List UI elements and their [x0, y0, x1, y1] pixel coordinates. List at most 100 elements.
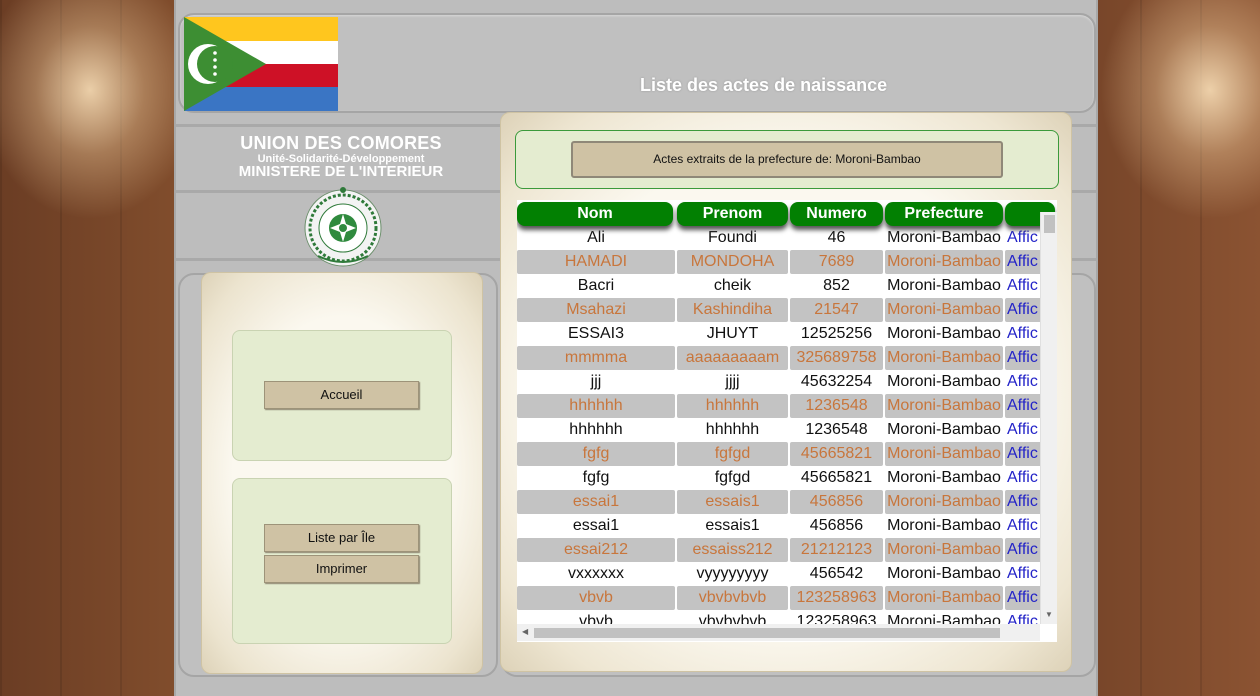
scrollbar-thumb[interactable]: [1044, 215, 1055, 233]
liste-par-ile-button[interactable]: Liste par Île: [264, 524, 419, 552]
table-cell: 21212123: [790, 538, 883, 562]
table-cell: essai1: [517, 490, 675, 514]
table-row: essai1 essais1 456856 Moroni-Bambao Affic: [517, 490, 1045, 514]
table-cell: 852: [823, 277, 850, 294]
table-row: hhhhhh hhhhhh 1236548 Moroni-Bambao Affic: [517, 418, 1040, 442]
scrollbar-thumb[interactable]: [534, 628, 1000, 638]
table-cell: 45665821: [790, 442, 883, 466]
table-cell: essais1: [705, 517, 760, 534]
afficher-link[interactable]: Affic: [1005, 562, 1045, 586]
prefecture-info: Actes extraits de la prefecture de: Moro…: [571, 141, 1003, 178]
table-row: ESSAI3 JHUYT 12525256 Moroni-Bambao Affic: [517, 322, 1040, 346]
wall-light-right: [1100, 0, 1260, 220]
page-title: Liste des actes de naissance: [640, 75, 888, 95]
table-cell: fgfgd: [677, 442, 788, 466]
table-cell: Moroni-Bambao: [887, 517, 1001, 534]
afficher-link[interactable]: Affic: [1005, 346, 1045, 370]
table-cell: Moroni-Bambao: [885, 394, 1003, 418]
table-row: essai1 essais1 456856 Moroni-Bambao Affic: [517, 514, 1040, 538]
table-cell: 456542: [809, 565, 864, 582]
afficher-link[interactable]: Affic: [1005, 442, 1045, 466]
table-cell: mmmma: [517, 346, 675, 370]
table-cell: hhhhhh: [569, 421, 623, 438]
afficher-link[interactable]: Affic: [1005, 274, 1045, 298]
table-cell: ESSAI3: [567, 325, 625, 342]
page-container: Liste des actes de naissance UNION DES C…: [174, 0, 1098, 696]
scroll-down-arrow-icon[interactable]: ▼: [1045, 610, 1053, 619]
birth-records-table: Ali Foundi 46 Moroni-Bambao Affic HAMADI MONDO…: [517, 200, 1057, 642]
table-cell: Kashindiha: [677, 298, 788, 322]
table-row: mmmma aaaaaaaaam 325689758 Moroni-Bambao Aff…: [517, 346, 1045, 370]
table-cell: 456856: [790, 490, 883, 514]
country-name: UNION DES COMORES: [240, 133, 442, 153]
table-cell: Moroni-Bambao: [887, 325, 1001, 342]
table-cell: MONDOHA: [677, 250, 788, 274]
table-cell: Moroni-Bambao: [887, 229, 1001, 246]
table-cell: fgfg: [582, 469, 610, 486]
table-cell: Moroni-Bambao: [887, 565, 1001, 582]
afficher-link[interactable]: Affic: [1005, 226, 1045, 250]
afficher-link[interactable]: Affic: [1005, 514, 1045, 538]
afficher-link[interactable]: Affic: [1005, 466, 1045, 490]
afficher-link[interactable]: Affic: [1005, 370, 1045, 394]
table-cell: JHUYT: [706, 325, 759, 342]
table-cell: vyyyyyyyy: [696, 565, 769, 582]
column-header[interactable]: Numero: [790, 202, 883, 226]
table-cell: Moroni-Bambao: [885, 442, 1003, 466]
table-cell: 7689: [790, 250, 883, 274]
table-cell: hhhhhh: [705, 421, 760, 438]
table-cell: 1236548: [805, 421, 868, 438]
afficher-link[interactable]: Affic: [1005, 538, 1045, 562]
afficher-link[interactable]: Affic: [1005, 322, 1045, 346]
table-cell: Moroni-Bambao: [885, 490, 1003, 514]
table-cell: 1236548: [790, 394, 883, 418]
ministry-brand: UNION DES COMORES Unité-Solidarité-Dével…: [216, 133, 466, 180]
table-cell: hhhhhh: [677, 394, 788, 418]
table-cell: 45632254: [800, 373, 873, 390]
national-seal-icon: [304, 187, 382, 267]
column-header[interactable]: Nom: [517, 202, 673, 226]
table-cell: Bacri: [577, 277, 615, 294]
table-cell: Moroni-Bambao: [887, 469, 1001, 486]
afficher-link[interactable]: Affic: [1005, 394, 1045, 418]
table-cell: essaiss212: [677, 538, 788, 562]
table-cell: 123258963: [790, 586, 883, 610]
table-cell: vbvb: [517, 586, 675, 610]
table-header: Nom Prenom Numero Prefecture: [517, 202, 1057, 226]
table-cell: fgfg: [517, 442, 675, 466]
imprimer-button[interactable]: Imprimer: [264, 555, 419, 583]
table-cell: 325689758: [790, 346, 883, 370]
afficher-link[interactable]: Affic: [1005, 586, 1045, 610]
table-row: Msahazi Kashindiha 21547 Moroni-Bambao Affic: [517, 298, 1045, 322]
afficher-link[interactable]: Affic: [1005, 250, 1045, 274]
table-cell: 21547: [790, 298, 883, 322]
column-header[interactable]: Prenom: [677, 202, 788, 226]
table-cell: 12525256: [800, 325, 873, 342]
table-cell: Moroni-Bambao: [887, 373, 1001, 390]
table-cell: 45665821: [800, 469, 873, 486]
table-row: essai212 essaiss212 21212123 Moroni-Bambao A…: [517, 538, 1045, 562]
column-header[interactable]: Prefecture: [885, 202, 1003, 226]
table-row: hhhhhh hhhhhh 1236548 Moroni-Bambao Affic: [517, 394, 1045, 418]
table-cell: essai1: [572, 517, 620, 534]
comoros-flag-icon: [184, 17, 338, 111]
header-bar: Liste des actes de naissance: [178, 13, 1096, 113]
accueil-button[interactable]: Accueil: [264, 381, 419, 409]
table-cell: Moroni-Bambao: [885, 250, 1003, 274]
table-cell: cheik: [713, 277, 752, 294]
table-cell: essais1: [677, 490, 788, 514]
afficher-link[interactable]: Affic: [1005, 418, 1045, 442]
table-cell: Msahazi: [517, 298, 675, 322]
table-row: jjj jjjj 45632254 Moroni-Bambao Affic: [517, 370, 1040, 394]
vertical-scrollbar[interactable]: ▼: [1040, 212, 1057, 624]
table-cell: Moroni-Bambao: [885, 346, 1003, 370]
table-cell: jjjj: [725, 373, 740, 390]
afficher-link[interactable]: Affic: [1005, 490, 1045, 514]
table-row: fgfg fgfgd 45665821 Moroni-Bambao Affic: [517, 442, 1045, 466]
table-cell: Moroni-Bambao: [885, 538, 1003, 562]
table-cell: essai212: [517, 538, 675, 562]
table-row: Ali Foundi 46 Moroni-Bambao Affic: [517, 226, 1040, 250]
scroll-left-arrow-icon[interactable]: ◀: [522, 627, 528, 636]
horizontal-scrollbar[interactable]: ◀: [517, 624, 1040, 641]
afficher-link[interactable]: Affic: [1005, 298, 1045, 322]
